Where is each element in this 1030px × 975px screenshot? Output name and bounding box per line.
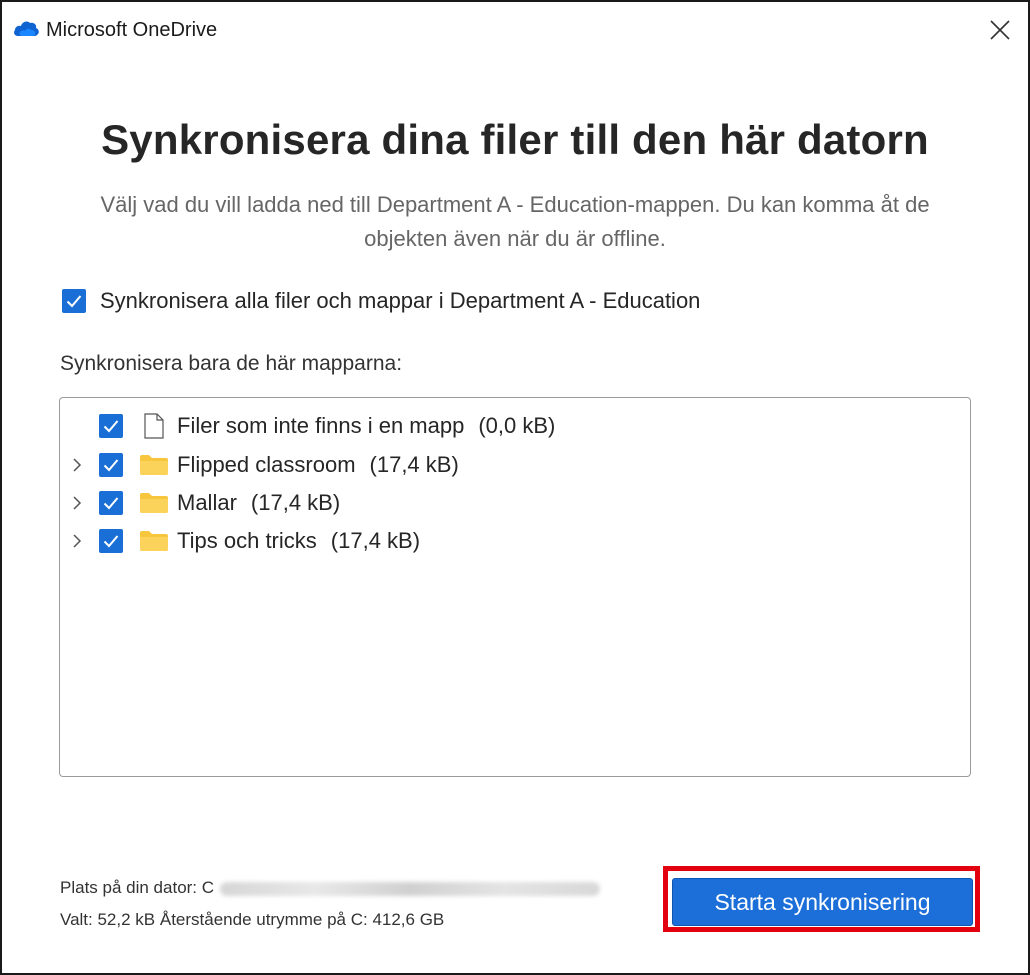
folder-icon xyxy=(139,528,169,554)
tree-item-label: Tips och tricks xyxy=(177,528,317,553)
checkmark-icon xyxy=(103,535,119,548)
checkmark-icon xyxy=(103,497,119,510)
redacted-path xyxy=(220,881,601,896)
folder-selection-label: Synkronisera bara de här mapparna: xyxy=(60,352,403,375)
title-bar: Microsoft OneDrive xyxy=(2,2,1028,58)
tree-item-size: (17,4 kB) xyxy=(369,452,459,477)
folder-icon xyxy=(139,490,169,516)
page-title: Synkronisera dina filer till den här dat… xyxy=(101,116,929,163)
tree-item-label: Mallar xyxy=(177,490,237,515)
checkmark-icon xyxy=(66,295,82,308)
row-checkbox[interactable] xyxy=(99,491,123,515)
folder-icon xyxy=(139,452,169,478)
tree-row-tips-och-tricks[interactable]: Tips och tricks (17,4 kB) xyxy=(60,522,420,560)
expand-chevron-icon[interactable] xyxy=(62,457,92,473)
tree-item-label: Flipped classroom xyxy=(177,452,356,477)
onedrive-window: Microsoft OneDrive Synkronisera dina fil… xyxy=(0,0,1030,975)
checkmark-icon xyxy=(103,459,119,472)
onedrive-cloud-icon xyxy=(14,21,39,36)
location-label: Plats på din dator: C xyxy=(60,878,215,897)
folder-tree[interactable]: Filer som inte finns i en mapp (0,0 kB) … xyxy=(59,397,971,777)
row-checkbox[interactable] xyxy=(99,414,123,438)
row-checkbox[interactable] xyxy=(99,529,123,553)
close-button[interactable] xyxy=(976,8,1024,52)
footer-info: Plats på din dator: C Valt: 52,2 kB Åter… xyxy=(60,872,601,936)
location-line: Plats på din dator: C xyxy=(60,872,601,904)
window-title: Microsoft OneDrive xyxy=(46,19,218,41)
start-sync-button[interactable]: Starta synkronisering xyxy=(672,878,973,926)
tree-item-size: (17,4 kB) xyxy=(250,490,341,515)
tree-item-size: (17,4 kB) xyxy=(330,528,421,553)
tree-item-size: (0,0 kB) xyxy=(478,413,556,438)
checkmark-icon xyxy=(103,420,119,433)
row-checkbox[interactable] xyxy=(99,453,123,477)
tree-row-mallar[interactable]: Mallar (17,4 kB) xyxy=(60,484,340,522)
sync-all-checkbox-row[interactable]: Synkronisera alla filer och mappar i Dep… xyxy=(62,288,700,314)
tree-row-unfiled-files[interactable]: Filer som inte finns i en mapp (0,0 kB) xyxy=(60,407,555,445)
sync-all-label: Synkronisera alla filer och mappar i Dep… xyxy=(100,288,701,313)
file-icon xyxy=(139,413,169,439)
sync-all-checkbox[interactable] xyxy=(62,289,86,313)
page-description: Välj vad du vill ladda ned till Departme… xyxy=(100,192,930,251)
expand-chevron-icon[interactable] xyxy=(62,533,92,549)
expand-chevron-icon[interactable] xyxy=(62,495,92,511)
tree-row-flipped-classroom[interactable]: Flipped classroom (17,4 kB) xyxy=(60,446,459,484)
tree-item-label: Filer som inte finns i en mapp xyxy=(177,413,465,438)
close-icon xyxy=(990,20,1010,40)
selection-info: Valt: 52,2 kB Återstående utrymme på C: … xyxy=(60,910,445,929)
